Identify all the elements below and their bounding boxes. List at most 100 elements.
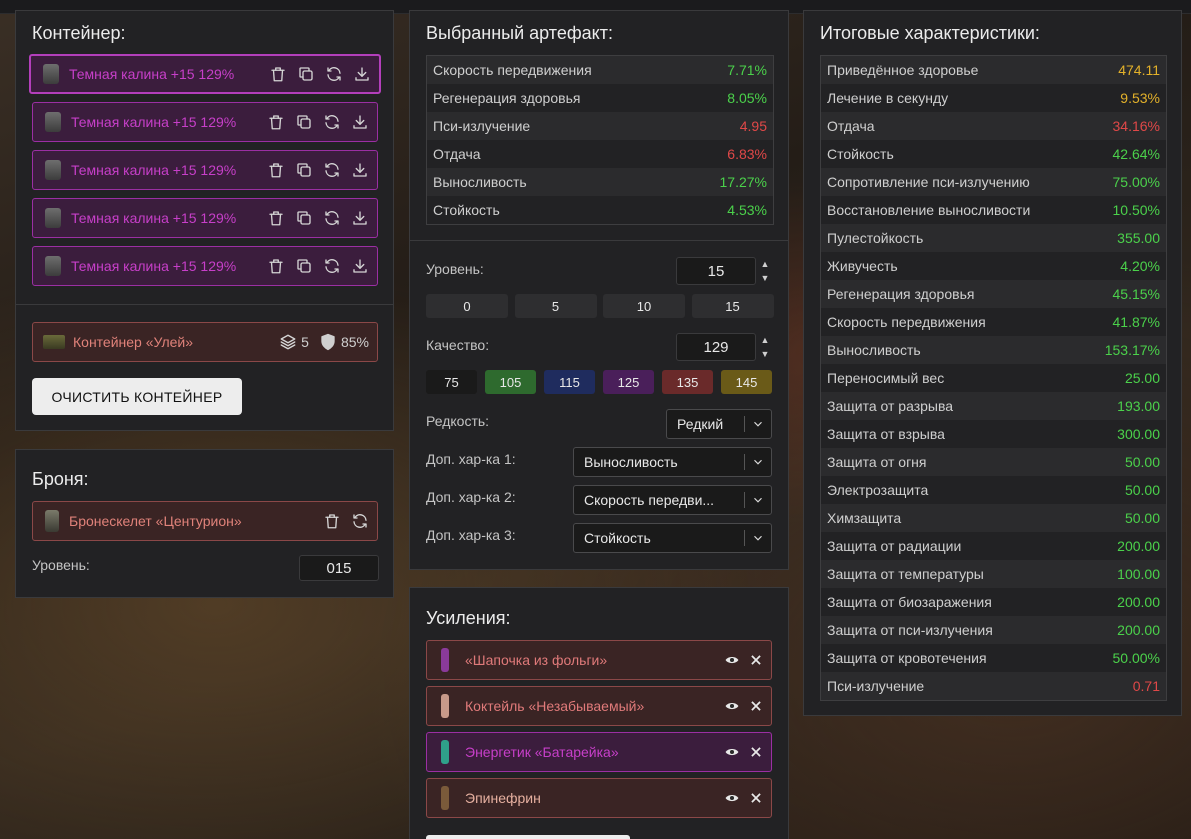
- armor-slot[interactable]: Бронескелет «Центурион»: [32, 501, 378, 541]
- stat-label: Защита от биозаражения: [827, 594, 992, 610]
- trash-icon[interactable]: [267, 209, 285, 227]
- level-preset-button[interactable]: 10: [603, 294, 685, 318]
- boost-name: «Шапочка из фольги»: [465, 652, 608, 668]
- rarity-value: Редкий: [677, 416, 724, 432]
- quality-preset-button[interactable]: 75: [426, 370, 477, 394]
- trash-icon[interactable]: [323, 512, 341, 530]
- quality-preset-button[interactable]: 135: [662, 370, 713, 394]
- refresh-icon[interactable]: [351, 512, 369, 530]
- quality-preset-button[interactable]: 125: [603, 370, 654, 394]
- eye-icon[interactable]: [723, 651, 741, 669]
- boost-item[interactable]: Энергетик «Батарейка»: [426, 732, 772, 772]
- armor-thumb-icon: [45, 510, 59, 532]
- close-icon[interactable]: [747, 743, 765, 761]
- eye-icon[interactable]: [723, 743, 741, 761]
- container-thumb-icon: [43, 335, 65, 349]
- level-preset-button[interactable]: 15: [691, 294, 774, 318]
- stat-value: 4.95: [739, 118, 767, 134]
- stat-label: Регенерация здоровья: [433, 90, 581, 106]
- stat-label: Выносливость: [827, 342, 921, 358]
- stat-value: 300.00: [1117, 426, 1160, 442]
- boost-item[interactable]: «Шапочка из фольги»: [426, 640, 772, 680]
- rarity-select[interactable]: Редкий: [666, 409, 772, 439]
- level-preset-button[interactable]: 5: [514, 294, 597, 318]
- artifact-panel: Выбранный артефакт: Скорость передвижени…: [409, 10, 789, 570]
- container-artifact-item[interactable]: Темная калина +15 129%: [32, 198, 378, 238]
- download-icon[interactable]: [351, 209, 369, 227]
- stat-value: 50.00%: [1112, 650, 1160, 666]
- boost-item[interactable]: Эпинефрин: [426, 778, 772, 818]
- artifact-title: Выбранный артефакт:: [426, 23, 613, 43]
- level-down-icon[interactable]: ▼: [760, 273, 770, 283]
- stat-row: Живучесть 4.20%: [821, 252, 1166, 280]
- extra3-select[interactable]: Стойкость: [573, 523, 772, 553]
- extra1-select[interactable]: Выносливость: [573, 447, 772, 477]
- extra2-label: Доп. хар-ка 2:: [426, 489, 516, 505]
- copy-icon[interactable]: [295, 209, 313, 227]
- container-artifact-item[interactable]: Темная калина +15 129%: [32, 150, 378, 190]
- stat-row: Приведённое здоровье 474.11: [821, 56, 1166, 84]
- container-slot[interactable]: Контейнер «Улей» 5 85%: [32, 322, 378, 362]
- boosts-panel: Усиления: «Шапочка из фольги» Коктейль «Н…: [409, 587, 789, 839]
- copy-icon[interactable]: [295, 257, 313, 275]
- stat-label: Защита от температуры: [827, 566, 984, 582]
- stat-label: Отдача: [827, 118, 875, 134]
- download-icon[interactable]: [351, 113, 369, 131]
- refresh-icon[interactable]: [323, 257, 341, 275]
- stat-label: Приведённое здоровье: [827, 62, 979, 78]
- artifact-level-input[interactable]: 15: [676, 257, 756, 285]
- extra1-value: Выносливость: [584, 454, 678, 470]
- stat-value: 41.87%: [1112, 314, 1160, 330]
- quality-down-icon[interactable]: ▼: [760, 349, 770, 359]
- download-icon[interactable]: [351, 257, 369, 275]
- artifact-thumb-icon: [45, 256, 61, 276]
- download-icon[interactable]: [353, 65, 371, 83]
- refresh-icon[interactable]: [323, 161, 341, 179]
- trash-icon[interactable]: [267, 113, 285, 131]
- stat-row: Регенерация здоровья 45.15%: [821, 280, 1166, 308]
- refresh-icon[interactable]: [323, 113, 341, 131]
- stat-value: 6.83%: [727, 146, 767, 162]
- chevron-down-icon: [745, 455, 771, 469]
- copy-icon[interactable]: [295, 161, 313, 179]
- stat-value: 355.00: [1117, 230, 1160, 246]
- refresh-icon[interactable]: [325, 65, 343, 83]
- trash-icon[interactable]: [269, 65, 287, 83]
- extra2-select[interactable]: Скорость передви...: [573, 485, 772, 515]
- quality-preset-button[interactable]: 145: [721, 370, 772, 394]
- container-artifact-item[interactable]: Темная калина +15 129%: [32, 246, 378, 286]
- trash-icon[interactable]: [267, 257, 285, 275]
- download-icon[interactable]: [351, 161, 369, 179]
- level-up-icon[interactable]: ▲: [760, 259, 770, 269]
- close-icon[interactable]: [747, 697, 765, 715]
- container-artifact-item[interactable]: Темная калина +15 129%: [29, 54, 381, 94]
- shield-icon: [319, 333, 337, 351]
- armor-level-input[interactable]: 015: [299, 555, 379, 581]
- copy-icon[interactable]: [297, 65, 315, 83]
- boost-thumb-icon: [441, 694, 449, 718]
- refresh-icon[interactable]: [323, 209, 341, 227]
- level-preset-button[interactable]: 0: [426, 294, 508, 318]
- stat-row: Скорость передвижения 7.71%: [427, 56, 773, 84]
- clear-container-button[interactable]: ОЧИСТИТЬ КОНТЕЙНЕР: [32, 378, 242, 415]
- artifact-stats-table: Скорость передвижения 7.71% Регенерация зд…: [426, 55, 774, 225]
- stat-row: Пси-излучение 0.71: [821, 672, 1166, 700]
- boost-name: Энергетик «Батарейка»: [465, 744, 619, 760]
- close-icon[interactable]: [747, 789, 765, 807]
- container-artifact-item[interactable]: Темная калина +15 129%: [32, 102, 378, 142]
- boost-item[interactable]: Коктейль «Незабываемый»: [426, 686, 772, 726]
- quality-preset-button[interactable]: 115: [544, 370, 595, 394]
- quality-preset-button[interactable]: 105: [485, 370, 536, 394]
- stat-label: Переносимый вес: [827, 370, 945, 386]
- boosts-add-button[interactable]: [426, 835, 630, 839]
- artifact-quality-input[interactable]: 129: [676, 333, 756, 361]
- stat-value: 45.15%: [1112, 286, 1160, 302]
- stat-row: Защита от биозаражения 200.00: [821, 588, 1166, 616]
- eye-icon[interactable]: [723, 697, 741, 715]
- eye-icon[interactable]: [723, 789, 741, 807]
- trash-icon[interactable]: [267, 161, 285, 179]
- close-icon[interactable]: [747, 651, 765, 669]
- quality-up-icon[interactable]: ▲: [760, 335, 770, 345]
- stat-row: Отдача 34.16%: [821, 112, 1166, 140]
- copy-icon[interactable]: [295, 113, 313, 131]
